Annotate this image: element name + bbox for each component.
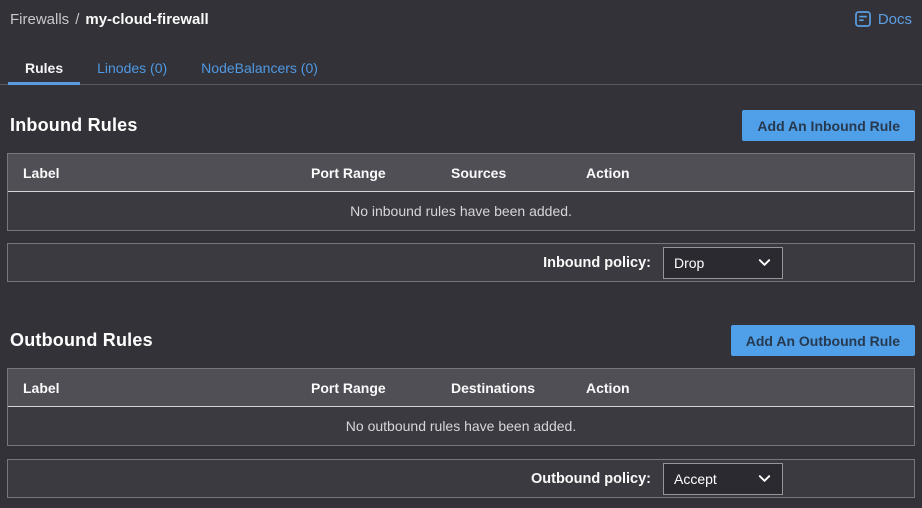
inbound-empty-row: No inbound rules have been added. bbox=[8, 192, 914, 230]
outbound-policy-value: Accept bbox=[674, 471, 717, 487]
outbound-rules-title: Outbound Rules bbox=[7, 330, 153, 351]
outbound-policy-select[interactable]: Accept bbox=[663, 463, 783, 495]
outbound-rules-table: Label Port Range Destinations Action No … bbox=[7, 368, 915, 446]
breadcrumb-separator: / bbox=[75, 11, 79, 28]
tab-bar: Rules Linodes (0) NodeBalancers (0) bbox=[0, 52, 922, 85]
outbound-col-port-range: Port Range bbox=[311, 380, 451, 396]
add-outbound-rule-button[interactable]: Add An Outbound Rule bbox=[731, 325, 915, 356]
outbound-policy-row: Outbound policy: Accept bbox=[7, 459, 915, 498]
tab-linodes[interactable]: Linodes (0) bbox=[80, 52, 184, 85]
docs-link[interactable]: Docs bbox=[854, 10, 912, 28]
inbound-col-port-range: Port Range bbox=[311, 165, 451, 181]
outbound-col-label: Label bbox=[23, 380, 311, 396]
docs-link-label: Docs bbox=[878, 11, 912, 28]
outbound-table-header: Label Port Range Destinations Action bbox=[8, 369, 914, 407]
docs-document-icon bbox=[854, 10, 872, 28]
inbound-policy-label: Inbound policy: bbox=[543, 255, 651, 271]
outbound-policy-label: Outbound policy: bbox=[531, 471, 651, 487]
outbound-col-action: Action bbox=[586, 380, 914, 396]
breadcrumb: Firewalls / my-cloud-firewall bbox=[10, 11, 209, 28]
inbound-col-action: Action bbox=[586, 165, 914, 181]
inbound-policy-value: Drop bbox=[674, 255, 704, 271]
breadcrumb-current-firewall: my-cloud-firewall bbox=[85, 11, 208, 28]
add-inbound-rule-button[interactable]: Add An Inbound Rule bbox=[742, 110, 915, 141]
page-header: Firewalls / my-cloud-firewall Docs bbox=[0, 0, 922, 28]
tab-rules[interactable]: Rules bbox=[8, 52, 80, 85]
chevron-down-icon bbox=[757, 471, 772, 486]
inbound-policy-row: Inbound policy: Drop bbox=[7, 243, 915, 282]
tab-nodebalancers[interactable]: NodeBalancers (0) bbox=[184, 52, 335, 85]
breadcrumb-firewalls-link[interactable]: Firewalls bbox=[10, 11, 69, 28]
outbound-col-destinations: Destinations bbox=[451, 380, 586, 396]
chevron-down-icon bbox=[757, 255, 772, 270]
outbound-section-header: Outbound Rules Add An Outbound Rule bbox=[7, 325, 915, 356]
inbound-col-label: Label bbox=[23, 165, 311, 181]
main-content: Inbound Rules Add An Inbound Rule Label … bbox=[0, 110, 922, 498]
inbound-section-header: Inbound Rules Add An Inbound Rule bbox=[7, 110, 915, 141]
inbound-policy-select[interactable]: Drop bbox=[663, 247, 783, 279]
inbound-col-sources: Sources bbox=[451, 165, 586, 181]
inbound-table-header: Label Port Range Sources Action bbox=[8, 154, 914, 192]
outbound-empty-row: No outbound rules have been added. bbox=[8, 407, 914, 445]
inbound-rules-table: Label Port Range Sources Action No inbou… bbox=[7, 153, 915, 231]
inbound-rules-title: Inbound Rules bbox=[7, 115, 138, 136]
